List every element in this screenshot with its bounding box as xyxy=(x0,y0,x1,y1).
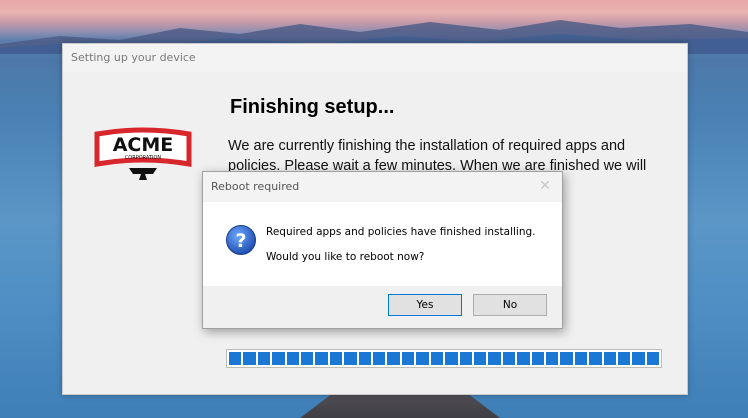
progress-segment xyxy=(488,352,501,365)
close-icon[interactable]: ✕ xyxy=(538,172,552,201)
progress-bar xyxy=(226,349,662,368)
progress-segment xyxy=(646,352,660,365)
logo-text: ACME xyxy=(113,134,174,156)
progress-segment xyxy=(603,352,616,365)
progress-segment xyxy=(387,352,400,365)
progress-segment xyxy=(473,352,487,365)
progress-segment xyxy=(243,352,256,365)
progress-segment xyxy=(459,352,472,365)
progress-segment xyxy=(286,352,300,365)
acme-logo: ACME CORPORATION xyxy=(94,127,192,180)
progress-segment xyxy=(545,352,559,365)
progress-segment xyxy=(531,352,544,365)
progress-segment xyxy=(589,352,602,365)
progress-segment xyxy=(344,352,357,365)
progress-segment xyxy=(329,352,343,365)
setup-heading: Finishing setup... xyxy=(230,96,395,118)
no-button[interactable]: No xyxy=(473,294,547,316)
progress-segment xyxy=(373,352,386,365)
question-glyph: ? xyxy=(235,230,246,252)
progress-segment xyxy=(401,352,415,365)
progress-segment xyxy=(229,352,242,365)
dialog-message-installed: Required apps and policies have finished… xyxy=(266,226,536,238)
dialog-title: Reboot required xyxy=(211,180,300,193)
reboot-dialog: Reboot required ✕ ? Required apps and po… xyxy=(202,171,563,329)
progress-segment xyxy=(301,352,314,365)
dialog-message-reboot-question: Would you like to reboot now? xyxy=(266,251,425,263)
progress-segment xyxy=(257,352,271,365)
question-icon: ? xyxy=(226,225,256,255)
yes-button[interactable]: Yes xyxy=(388,294,462,316)
setup-body-text: We are currently finishing the installat… xyxy=(228,138,647,174)
progress-segment xyxy=(445,352,458,365)
progress-segment xyxy=(502,352,516,365)
dialog-content: ? Required apps and policies have finish… xyxy=(203,202,562,286)
progress-segment xyxy=(416,352,429,365)
setup-window-title: Setting up your device xyxy=(63,44,687,72)
anvil-icon xyxy=(129,168,157,180)
progress-segment xyxy=(574,352,588,365)
progress-segment xyxy=(560,352,573,365)
progress-segment xyxy=(632,352,645,365)
progress-segment xyxy=(430,352,444,365)
progress-segment xyxy=(517,352,530,365)
progress-segment xyxy=(358,352,372,365)
dialog-titlebar: Reboot required ✕ xyxy=(203,172,562,201)
progress-segment xyxy=(272,352,285,365)
progress-segment xyxy=(315,352,328,365)
progress-segment xyxy=(617,352,631,365)
logo-subtext: CORPORATION xyxy=(125,155,162,161)
